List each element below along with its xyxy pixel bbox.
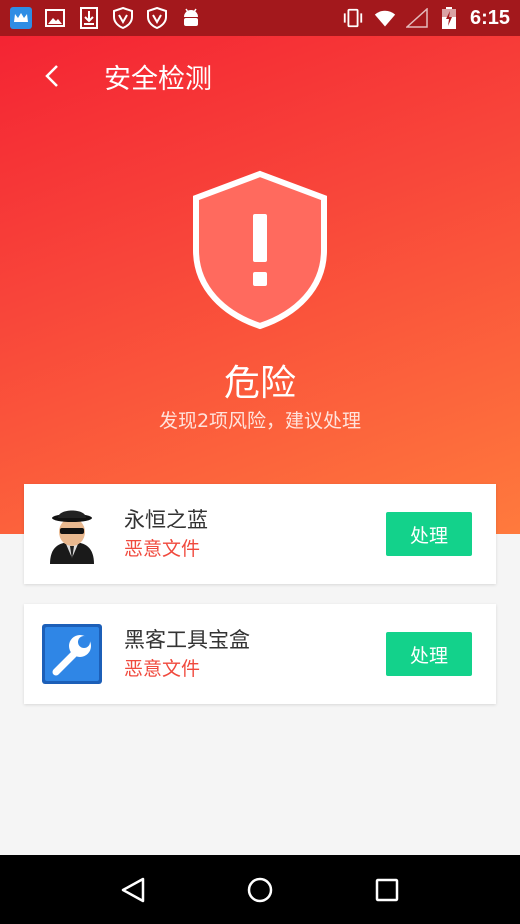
image-icon xyxy=(44,7,66,29)
system-nav-bar xyxy=(0,855,520,924)
status-subtitle: 发现2项风险，建议处理 xyxy=(158,410,362,432)
circle-home-icon xyxy=(247,877,273,902)
threat-type: 恶意文件 xyxy=(124,658,201,680)
wifi-icon xyxy=(374,7,396,29)
shield-v-icon xyxy=(112,7,134,29)
danger-shield-icon xyxy=(193,170,327,330)
triangle-back-icon xyxy=(122,877,145,902)
signal-icon xyxy=(405,7,428,29)
threat-item-1: 永恒之蓝 恶意文件 处理 xyxy=(24,484,496,584)
app-bar: 安全检测 xyxy=(0,36,520,116)
hacker-avatar-icon xyxy=(42,504,102,564)
threat-name: 黑客工具宝盒 xyxy=(124,628,250,652)
hero-header: 安全检测 危险 发现2项风险，建议处理 xyxy=(0,36,520,534)
clock-time: 6:15 xyxy=(469,6,510,29)
vibrate-icon xyxy=(342,7,364,29)
page-title: 安全检测 xyxy=(104,63,212,95)
handle-button[interactable]: 处理 xyxy=(386,632,472,676)
square-recents-icon xyxy=(375,878,398,901)
battery-icon xyxy=(438,7,460,29)
back-arrow-icon xyxy=(45,65,58,87)
download-icon xyxy=(78,7,100,29)
threat-name: 永恒之蓝 xyxy=(124,508,208,532)
nav-home-button[interactable] xyxy=(240,870,280,910)
threat-type: 恶意文件 xyxy=(124,538,201,560)
threat-item-2: 黑客工具宝盒 恶意文件 处理 xyxy=(24,604,496,704)
status-bar: 6:15 xyxy=(0,0,520,36)
handle-button[interactable]: 处理 xyxy=(386,512,472,556)
shield-v-icon xyxy=(146,7,168,29)
nav-recents-button[interactable] xyxy=(367,870,407,910)
status-title: 危险 xyxy=(223,363,296,404)
nav-back-button[interactable] xyxy=(113,870,153,910)
crown-app-icon xyxy=(10,7,32,29)
back-button[interactable] xyxy=(22,46,82,106)
wrench-app-icon xyxy=(42,624,102,684)
android-icon xyxy=(180,7,202,29)
